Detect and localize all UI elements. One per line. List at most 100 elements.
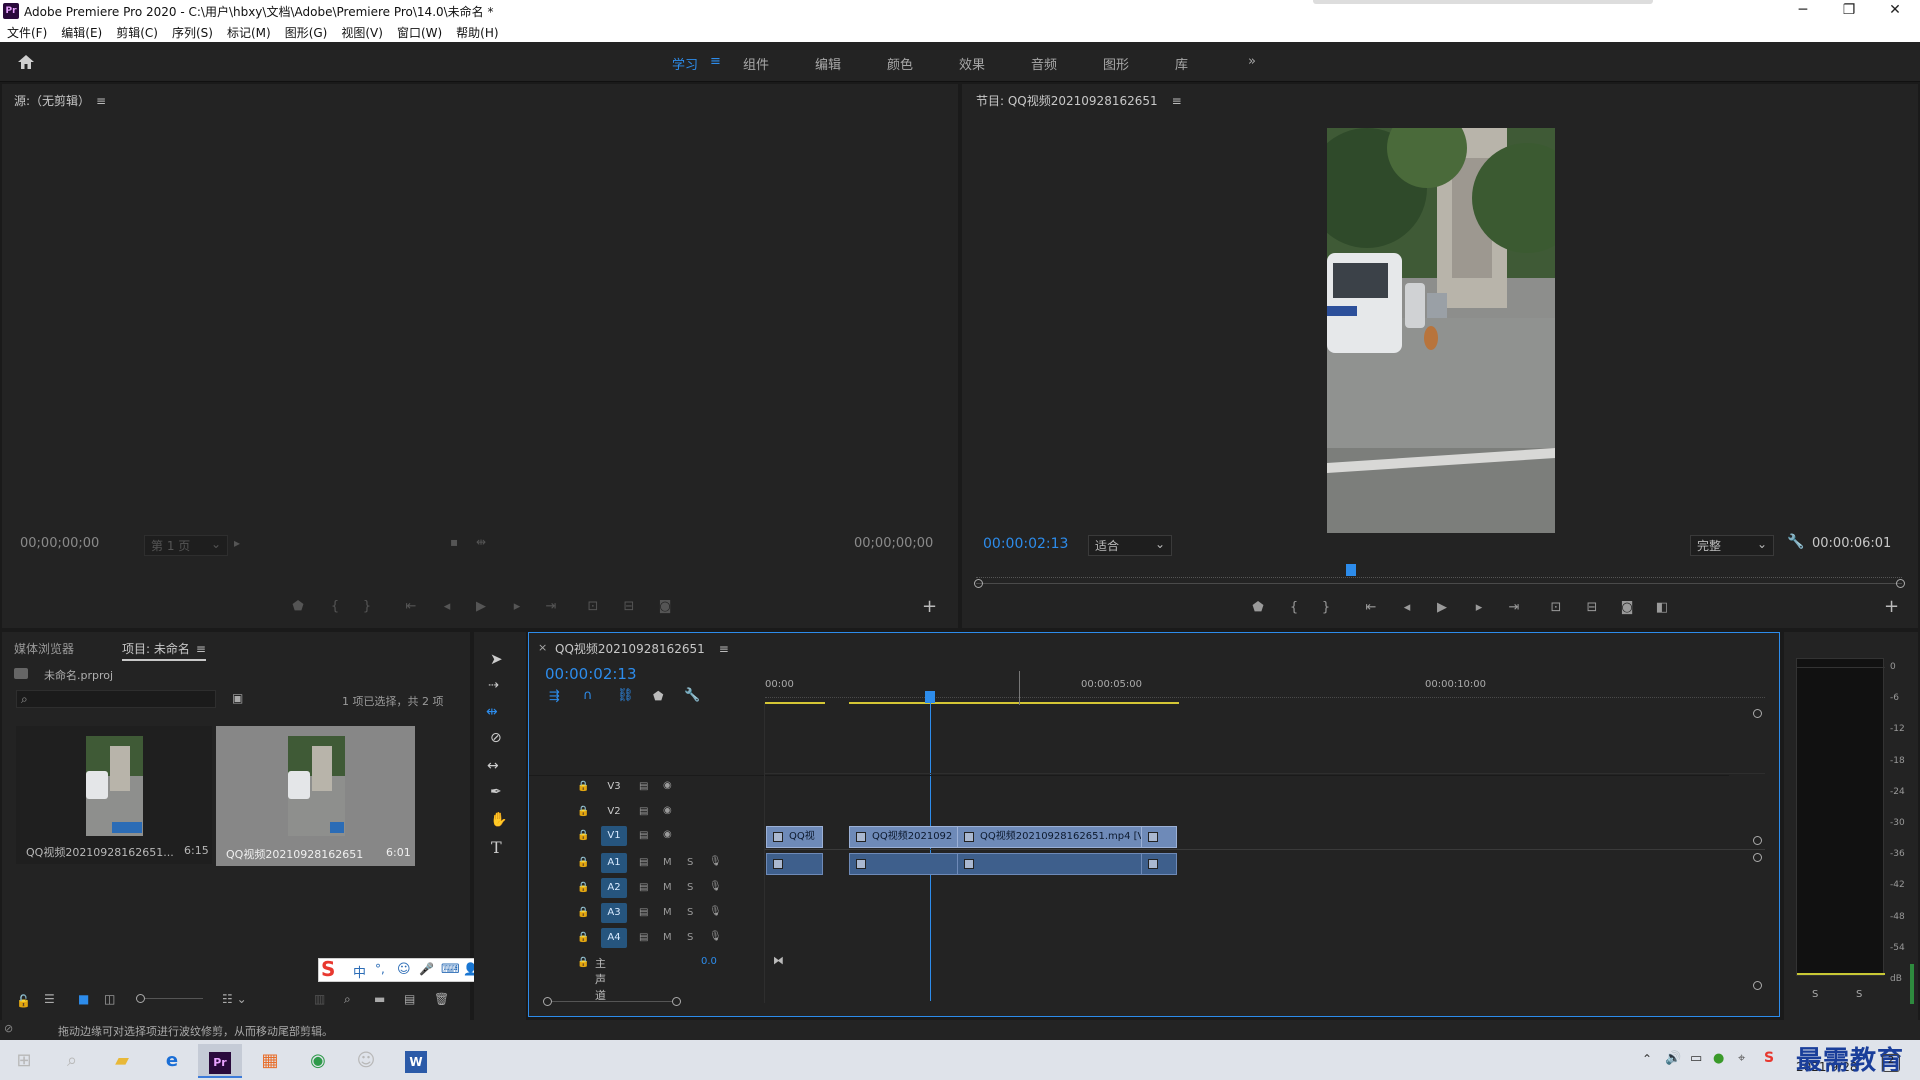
source-settings-icon[interactable]: ▪ bbox=[450, 535, 458, 549]
audio-scroll-handle[interactable] bbox=[1753, 853, 1762, 862]
edge-browser-icon[interactable]: e bbox=[150, 1044, 194, 1078]
project-item-selected[interactable]: QQ视频20210928162651 6:01 bbox=[216, 726, 415, 866]
step-back-icon[interactable]: ◂ bbox=[436, 599, 458, 614]
close-button[interactable]: ✕ bbox=[1872, 0, 1918, 22]
solo-button[interactable]: S bbox=[687, 882, 693, 893]
step-back-icon[interactable]: ◂ bbox=[1396, 600, 1418, 615]
timeline-clip-v1[interactable] bbox=[1141, 826, 1177, 848]
windows-start-icon[interactable]: ⊞ bbox=[2, 1044, 46, 1078]
lift-icon[interactable]: ⊡ bbox=[1545, 600, 1567, 615]
track-label[interactable]: A1 bbox=[601, 853, 627, 873]
sort-icon[interactable]: ☷ ⌄ bbox=[222, 992, 247, 1006]
panel-menu-icon[interactable]: ≡ bbox=[1172, 94, 1182, 108]
timeline-clip-a1[interactable] bbox=[1141, 853, 1177, 875]
sync-lock-icon[interactable]: ▤ bbox=[639, 907, 648, 918]
pen-tool-icon[interactable]: ✒ bbox=[490, 784, 502, 800]
punctuation-icon[interactable]: °, bbox=[375, 962, 385, 976]
timeline-zoom-handle-right[interactable] bbox=[672, 997, 681, 1006]
add-marker-icon[interactable]: ⬟ bbox=[1247, 600, 1269, 615]
menu-clip[interactable]: 剪辑(C) bbox=[109, 22, 165, 41]
lock-icon[interactable]: 🔒 bbox=[577, 781, 589, 792]
menu-window[interactable]: 窗口(W) bbox=[390, 22, 449, 41]
timeline-settings-icon[interactable]: 🔧 bbox=[684, 688, 700, 703]
microphone-icon[interactable]: 🎙 bbox=[709, 906, 722, 917]
razor-tool-icon[interactable]: ⊘ bbox=[490, 730, 502, 746]
add-marker-icon[interactable]: ⬟ bbox=[287, 599, 309, 614]
fit-select[interactable]: 适合 ⌄ bbox=[1088, 535, 1172, 556]
workspace-graphics[interactable]: 图形 bbox=[1103, 54, 1129, 73]
mute-button[interactable]: M bbox=[663, 907, 672, 918]
extract-icon[interactable]: ⊟ bbox=[1581, 600, 1603, 615]
track-label[interactable]: A2 bbox=[601, 878, 627, 898]
go-to-out-icon[interactable]: ⇥ bbox=[1503, 600, 1525, 615]
go-to-in-icon[interactable]: ⇤ bbox=[400, 599, 422, 614]
icon-view-icon[interactable]: ■ bbox=[78, 992, 89, 1006]
minimize-button[interactable]: ─ bbox=[1780, 0, 1826, 22]
timeline-clip-v1[interactable]: QQ视 bbox=[766, 826, 823, 848]
lock-icon[interactable]: 🔒 bbox=[577, 907, 589, 918]
program-playhead[interactable] bbox=[1346, 564, 1357, 576]
volume-icon[interactable]: 🔊 bbox=[1665, 1051, 1681, 1066]
lock-icon[interactable]: 🔒 bbox=[577, 830, 589, 841]
comparison-view-icon[interactable]: ◧ bbox=[1651, 600, 1673, 615]
lock-icon[interactable]: 🔒 bbox=[577, 857, 589, 868]
sync-lock-icon[interactable]: ▤ bbox=[639, 806, 648, 817]
export-frame-icon[interactable]: ◙ bbox=[654, 599, 676, 614]
selection-tool-icon[interactable]: ➤ bbox=[490, 650, 503, 668]
file-explorer-icon[interactable]: ▰ bbox=[100, 1044, 144, 1078]
sync-lock-icon[interactable]: ▤ bbox=[639, 830, 648, 841]
go-to-out-icon[interactable]: ⇥ bbox=[540, 599, 562, 614]
emoji-icon[interactable]: ☺ bbox=[397, 962, 411, 977]
linked-selection-icon[interactable]: ⛓ bbox=[617, 688, 634, 703]
lock-icon[interactable]: 🔒 bbox=[577, 882, 589, 893]
timeline-timecode[interactable]: 00:00:02:13 bbox=[545, 665, 637, 683]
source-add-button[interactable]: + bbox=[922, 596, 937, 617]
play-small-icon[interactable]: ▸ bbox=[234, 536, 240, 550]
mute-button[interactable]: M bbox=[663, 932, 672, 943]
hand-tool-icon[interactable]: ✋ bbox=[490, 812, 507, 828]
timeline-zoom-bar[interactable] bbox=[552, 1001, 672, 1002]
timeline-ruler[interactable]: 00:00 00:00:05:00 00:00:10:00 bbox=[765, 671, 1765, 705]
menu-view[interactable]: 视图(V) bbox=[334, 22, 390, 41]
menu-help[interactable]: 帮助(H) bbox=[449, 22, 505, 41]
sync-lock-icon[interactable]: ▤ bbox=[639, 781, 648, 792]
chrome-browser-icon[interactable]: ◉ bbox=[296, 1044, 340, 1078]
freeform-view-icon[interactable]: ◫ bbox=[104, 992, 115, 1006]
menu-file[interactable]: 文件(F) bbox=[0, 22, 54, 41]
microphone-icon[interactable]: 🎙 bbox=[709, 931, 722, 942]
solo-left-button[interactable]: S bbox=[1812, 989, 1818, 1000]
workspace-overflow-icon[interactable]: » bbox=[1248, 54, 1256, 69]
type-tool-icon[interactable]: T bbox=[491, 838, 502, 857]
workspace-color[interactable]: 颜色 bbox=[887, 54, 913, 73]
add-marker-icon[interactable]: ⬟ bbox=[653, 689, 663, 703]
workspace-learn[interactable]: 学习 bbox=[672, 54, 698, 73]
eye-icon[interactable]: ◉ bbox=[663, 829, 672, 840]
audio-scroll-handle[interactable] bbox=[1753, 981, 1762, 990]
ripple-edit-tool-icon[interactable]: ⇹ bbox=[486, 704, 498, 720]
master-volume[interactable]: 0.0 bbox=[701, 956, 717, 967]
meter-scrollbar[interactable] bbox=[1910, 964, 1914, 1004]
project-item[interactable]: QQ视频20210928162651... 6:15 bbox=[16, 726, 212, 864]
sogou-logo-icon[interactable]: S bbox=[321, 957, 335, 981]
panel-menu-icon[interactable]: ≡ bbox=[196, 642, 206, 656]
zoom-slider-handle[interactable] bbox=[136, 994, 145, 1003]
mark-out-icon[interactable]: } bbox=[356, 599, 378, 614]
program-add-button[interactable]: + bbox=[1884, 596, 1899, 617]
workspace-audio[interactable]: 音频 bbox=[1031, 54, 1057, 73]
solo-button[interactable]: S bbox=[687, 907, 693, 918]
eye-icon[interactable]: ◉ bbox=[663, 805, 672, 816]
mute-button[interactable]: M bbox=[663, 857, 672, 868]
ime-mode[interactable]: 中 bbox=[353, 962, 366, 981]
sync-lock-icon[interactable]: ▤ bbox=[639, 932, 648, 943]
tray-chevron-icon[interactable]: ⌃ bbox=[1642, 1052, 1652, 1066]
snap-icon[interactable]: ∩ bbox=[583, 688, 593, 703]
workspace-libraries[interactable]: 库 bbox=[1175, 54, 1188, 73]
network-icon[interactable]: ▭ bbox=[1690, 1051, 1702, 1066]
word-app-icon[interactable]: W bbox=[394, 1044, 438, 1078]
automate-icon[interactable]: ▥ bbox=[314, 992, 325, 1006]
microphone-icon[interactable]: 🎙 bbox=[709, 881, 722, 892]
solo-button[interactable]: S bbox=[687, 932, 693, 943]
new-bin-from-search-icon[interactable]: ▣ bbox=[232, 691, 243, 705]
nest-toggle-icon[interactable]: ⇶ bbox=[549, 689, 560, 704]
source-insert-icon[interactable]: ⇹ bbox=[476, 535, 486, 549]
